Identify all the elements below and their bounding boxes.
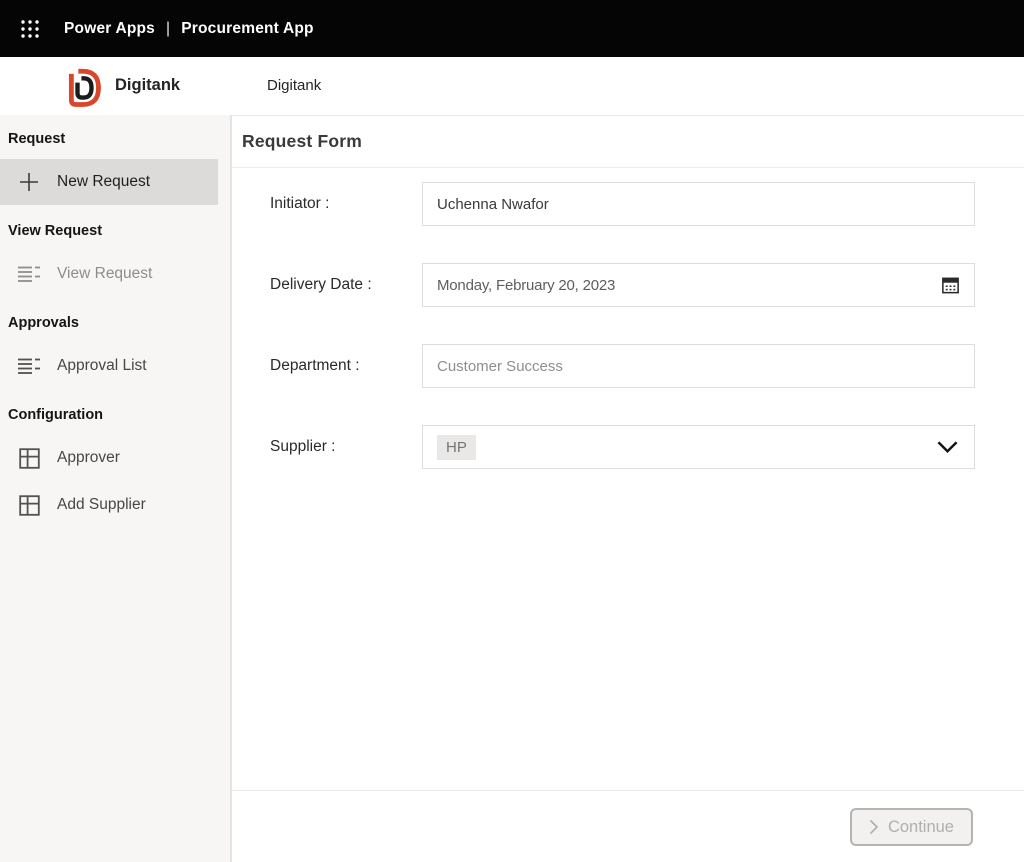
screen-title: Digitank [267, 77, 321, 94]
table-icon [17, 448, 41, 469]
calendar-icon[interactable] [940, 275, 961, 296]
continue-button[interactable]: Continue [850, 808, 973, 846]
sidebar-item-label: View Request [57, 265, 152, 283]
form-footer: Continue [232, 790, 1024, 846]
sidebar-item-label: Approver [57, 449, 120, 467]
nav-section-approvals: Approvals [0, 309, 230, 343]
department-value: Customer Success [437, 358, 563, 375]
initiator-row: Initiator : Uchenna Nwafor [270, 182, 975, 226]
delivery-date-row: Delivery Date : Monday, February 20, 202… [270, 263, 975, 307]
app-window: Power Apps | Procurement App Digitank Di… [0, 0, 1024, 862]
supplier-label: Supplier : [270, 438, 422, 456]
department-row: Department : Customer Success [270, 344, 975, 388]
continue-button-label: Continue [888, 818, 954, 837]
sidebar-item-approver[interactable]: Approver [0, 435, 218, 481]
sidebar-item-label: Approval List [57, 357, 147, 375]
department-input[interactable]: Customer Success [422, 344, 975, 388]
sidebar-item-approval-list[interactable]: Approval List [0, 343, 218, 389]
waffle-grid-glyph [19, 18, 41, 40]
powerapps-label[interactable]: Power Apps [64, 20, 155, 38]
plus-icon [17, 171, 41, 193]
supplier-selected-chip[interactable]: HP [437, 435, 476, 460]
content-area: Request New Request View Request Vi [0, 115, 1024, 862]
brand-company-name: Digitank [115, 76, 180, 95]
sidebar-item-new-request[interactable]: New Request [0, 159, 218, 205]
waffle-menu-icon[interactable] [17, 16, 43, 42]
list-icon [17, 357, 41, 376]
table-icon [17, 495, 41, 516]
form-empty-space [232, 506, 1024, 790]
sidebar-item-label: New Request [57, 173, 150, 191]
nav-section-request: Request [0, 125, 230, 159]
brand-header: Digitank Digitank [0, 57, 1024, 115]
form-body: Initiator : Uchenna Nwafor Delivery Date… [232, 168, 1024, 506]
topbar-title: Power Apps | Procurement App [64, 20, 314, 38]
form-title: Request Form [242, 131, 362, 152]
sidebar-item-view-request[interactable]: View Request [0, 251, 218, 297]
nav-section-configuration: Configuration [0, 401, 230, 435]
initiator-value: Uchenna Nwafor [437, 196, 549, 213]
supplier-combobox[interactable]: HP [422, 425, 975, 469]
department-label: Department : [270, 357, 422, 375]
initiator-input[interactable]: Uchenna Nwafor [422, 182, 975, 226]
request-form-panel: Request Form Initiator : Uchenna Nwafor … [232, 115, 1024, 862]
title-separator: | [166, 20, 170, 38]
sidebar-item-add-supplier[interactable]: Add Supplier [0, 482, 218, 528]
sidebar-item-label: Add Supplier [57, 496, 146, 514]
initiator-label: Initiator : [270, 195, 422, 213]
chevron-down-icon[interactable] [937, 441, 958, 454]
list-icon [17, 265, 41, 284]
form-header: Request Form [232, 115, 1024, 168]
delivery-date-label: Delivery Date : [270, 276, 422, 294]
delivery-date-input[interactable]: Monday, February 20, 2023 [422, 263, 975, 307]
navigation-sidebar: Request New Request View Request Vi [0, 115, 232, 862]
nav-section-view-request: View Request [0, 217, 230, 251]
digitank-logo-icon [60, 66, 102, 113]
app-title-label: Procurement App [181, 20, 313, 38]
delivery-date-value: Monday, February 20, 2023 [437, 277, 615, 294]
powerapps-header-bar: Power Apps | Procurement App [0, 0, 1024, 57]
chevron-right-icon [869, 819, 879, 835]
supplier-row: Supplier : HP [270, 425, 975, 469]
